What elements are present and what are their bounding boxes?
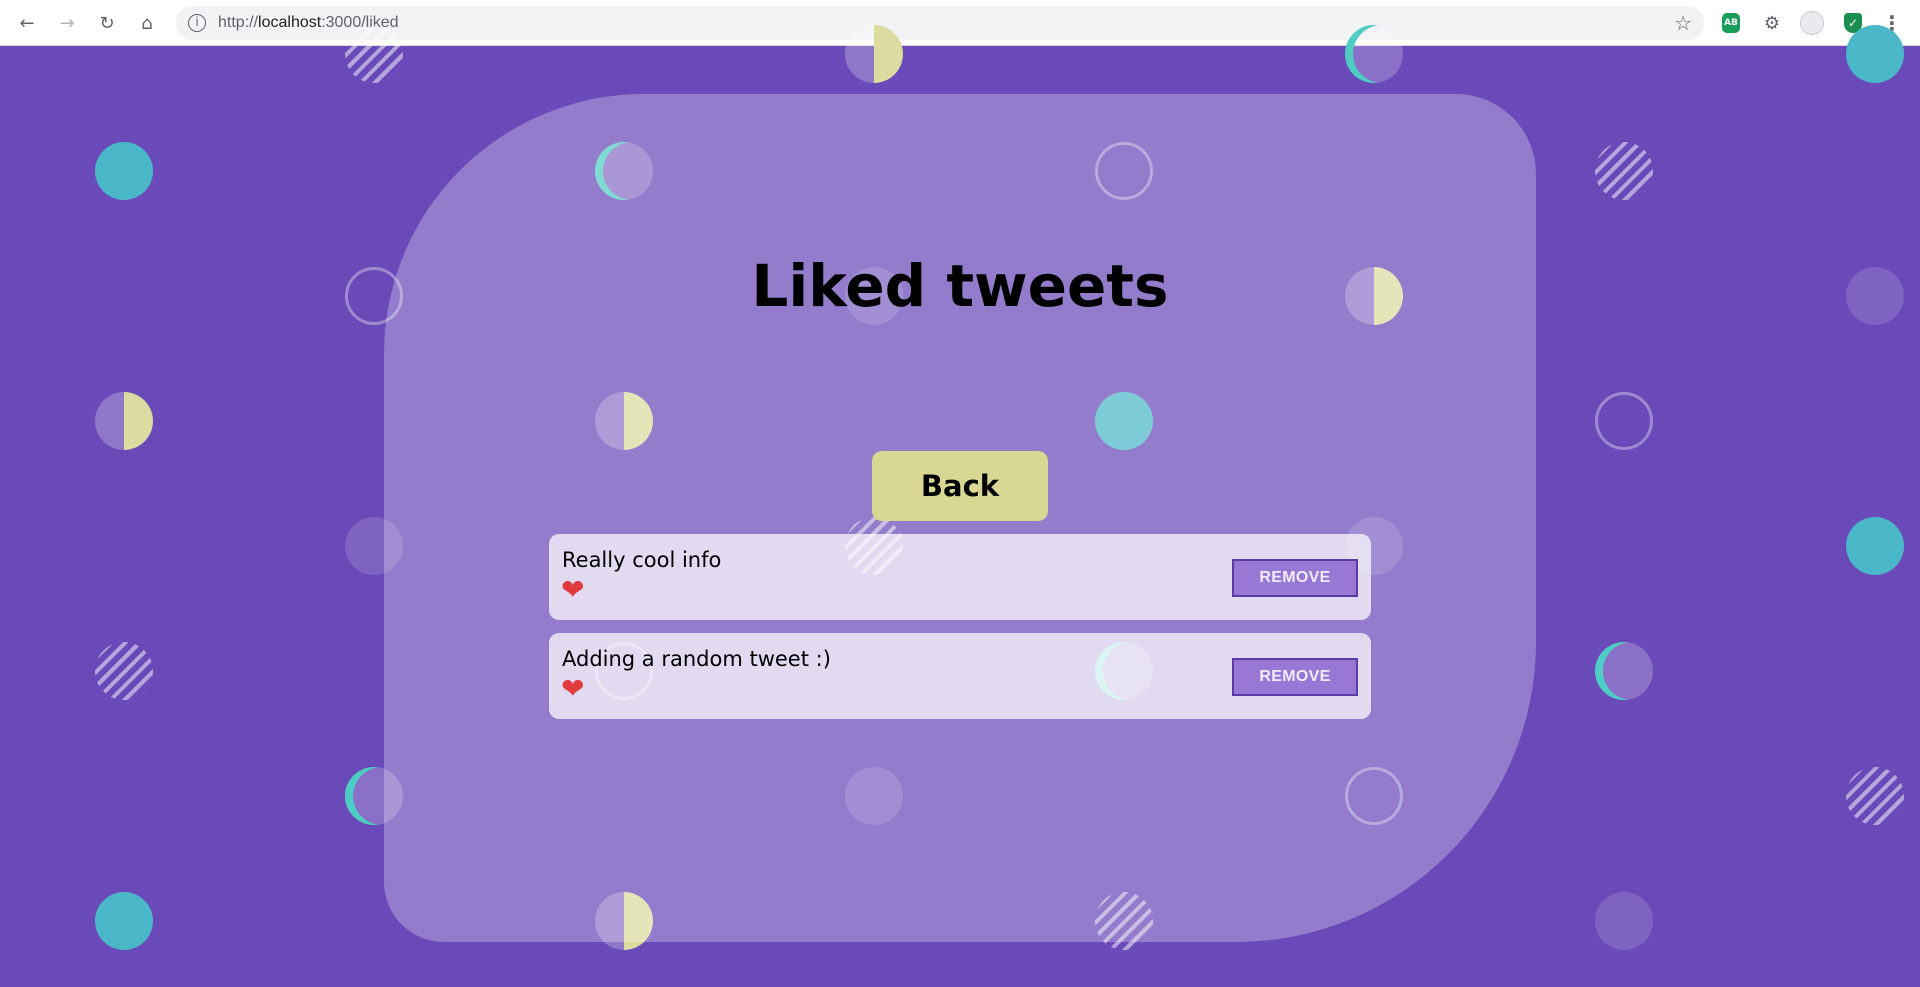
- page-title: Liked tweets: [751, 252, 1169, 320]
- decorative-circle: [1846, 517, 1904, 575]
- reload-icon[interactable]: ↻: [94, 10, 120, 36]
- decorative-circle: [95, 892, 153, 950]
- heart-icon: ❤: [561, 573, 585, 606]
- remove-button[interactable]: REMOVE: [1232, 658, 1358, 696]
- heart-icon: ❤: [561, 672, 585, 705]
- browser-toolbar: ← → ↻ ⌂ i http://localhost:3000/liked ☆ …: [0, 0, 1920, 46]
- bookmark-star-icon[interactable]: ☆: [1674, 11, 1692, 35]
- decorative-circle: [1595, 642, 1653, 700]
- decorative-circle: [1595, 392, 1653, 450]
- url-host: localhost: [258, 14, 322, 31]
- tweet-text: Really cool info: [562, 548, 722, 572]
- tweet-text: Adding a random tweet :): [562, 647, 831, 671]
- back-button[interactable]: Back: [872, 451, 1048, 521]
- remove-button[interactable]: REMOVE: [1232, 559, 1358, 597]
- decorative-circle: [1595, 142, 1653, 200]
- decorative-circle: [1846, 767, 1904, 825]
- url-scheme: http://: [218, 14, 259, 31]
- adblock-icon[interactable]: AB: [1722, 13, 1740, 33]
- address-bar[interactable]: i http://localhost:3000/liked ☆: [176, 6, 1704, 40]
- profile-icon[interactable]: [1800, 11, 1824, 35]
- decorative-circle: [1595, 892, 1653, 950]
- decorative-circle: [1846, 25, 1904, 83]
- site-info-icon[interactable]: i: [188, 14, 206, 32]
- puzzle-icon[interactable]: ⚙: [1760, 11, 1784, 35]
- decorative-circle: [1345, 25, 1403, 83]
- back-arrow-icon[interactable]: ←: [14, 10, 40, 36]
- forward-arrow-icon[interactable]: →: [54, 10, 80, 36]
- tweet-card: Really cool info ❤ REMOVE: [549, 534, 1371, 620]
- decorative-circle: [95, 142, 153, 200]
- decorative-circle: [95, 392, 153, 450]
- decorative-circle: [345, 25, 403, 83]
- decorative-circle: [95, 642, 153, 700]
- decorative-circle: [845, 25, 903, 83]
- tweet-card: Adding a random tweet :) ❤ REMOVE: [549, 633, 1371, 719]
- home-icon[interactable]: ⌂: [134, 10, 160, 36]
